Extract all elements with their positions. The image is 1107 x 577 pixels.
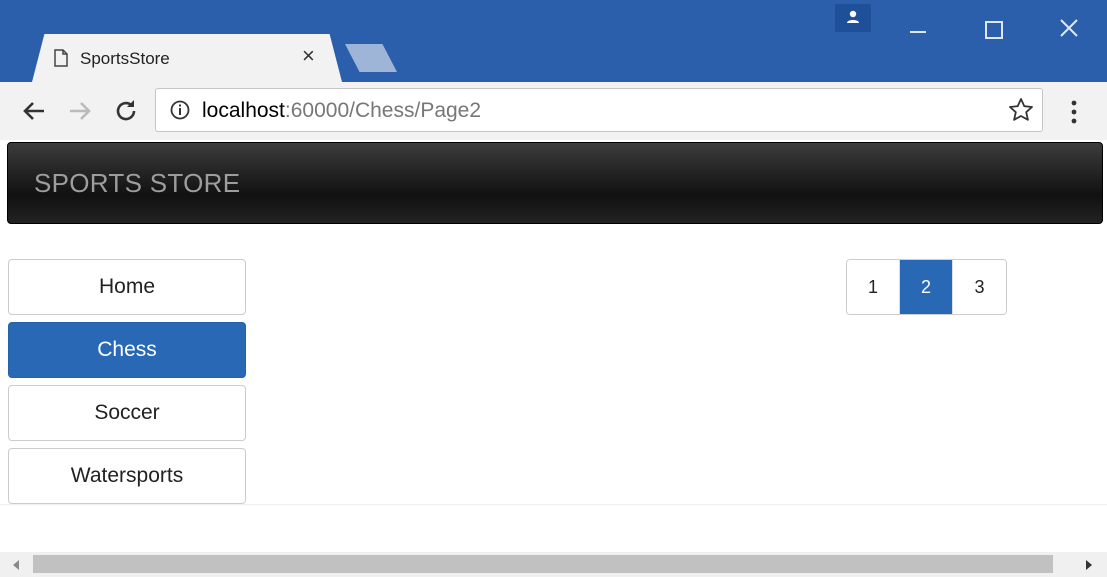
- page-content: SPORTS STORE Home Chess Soccer Waterspor…: [0, 140, 1107, 552]
- brand[interactable]: SPORTS STORE: [34, 168, 240, 199]
- address-bar[interactable]: localhost:60000/Chess/Page2: [155, 88, 1043, 132]
- forward-icon[interactable]: [66, 97, 94, 125]
- new-tab-button[interactable]: [345, 44, 397, 72]
- star-icon[interactable]: [1008, 97, 1034, 123]
- browser-tab[interactable]: SportsStore ×: [32, 34, 342, 82]
- minimize-button[interactable]: [904, 14, 934, 44]
- tab-close-button[interactable]: ×: [302, 45, 315, 67]
- category-home-button[interactable]: Home: [8, 259, 246, 315]
- scroll-right-icon[interactable]: [1086, 560, 1092, 570]
- url-host: localhost: [202, 99, 285, 122]
- url-text: localhost:60000/Chess/Page2: [202, 99, 481, 123]
- browser-titlebar: SportsStore ×: [0, 0, 1107, 82]
- info-icon[interactable]: [170, 100, 190, 120]
- page-icon: [54, 49, 68, 67]
- scrollbar-thumb[interactable]: [33, 555, 1053, 573]
- navbar: SPORTS STORE: [7, 142, 1103, 224]
- category-nav: Home Chess Soccer Watersports: [8, 259, 246, 511]
- scroll-left-icon[interactable]: [13, 560, 19, 570]
- maximize-button[interactable]: [978, 14, 1008, 44]
- reload-icon[interactable]: [112, 97, 140, 125]
- profile-icon: [847, 10, 859, 23]
- divider: [0, 504, 1107, 505]
- browser-toolbar: localhost:60000/Chess/Page2: [0, 82, 1107, 140]
- menu-icon[interactable]: [1062, 98, 1086, 126]
- pagination: 1 2 3: [846, 259, 1007, 315]
- url-path: :60000/Chess/Page2: [284, 99, 482, 122]
- page-1-button[interactable]: 1: [847, 260, 900, 314]
- category-watersports-button[interactable]: Watersports: [8, 448, 246, 504]
- page-3-button[interactable]: 3: [953, 260, 1006, 314]
- page-2-button[interactable]: 2: [900, 260, 953, 314]
- back-icon[interactable]: [20, 97, 48, 125]
- category-chess-button[interactable]: Chess: [8, 322, 246, 378]
- horizontal-scrollbar[interactable]: [0, 552, 1107, 577]
- close-icon: [1060, 19, 1078, 37]
- tab-title: SportsStore: [80, 49, 170, 68]
- category-soccer-button[interactable]: Soccer: [8, 385, 246, 441]
- close-window-button[interactable]: [1055, 14, 1085, 44]
- profile-button[interactable]: [835, 4, 871, 32]
